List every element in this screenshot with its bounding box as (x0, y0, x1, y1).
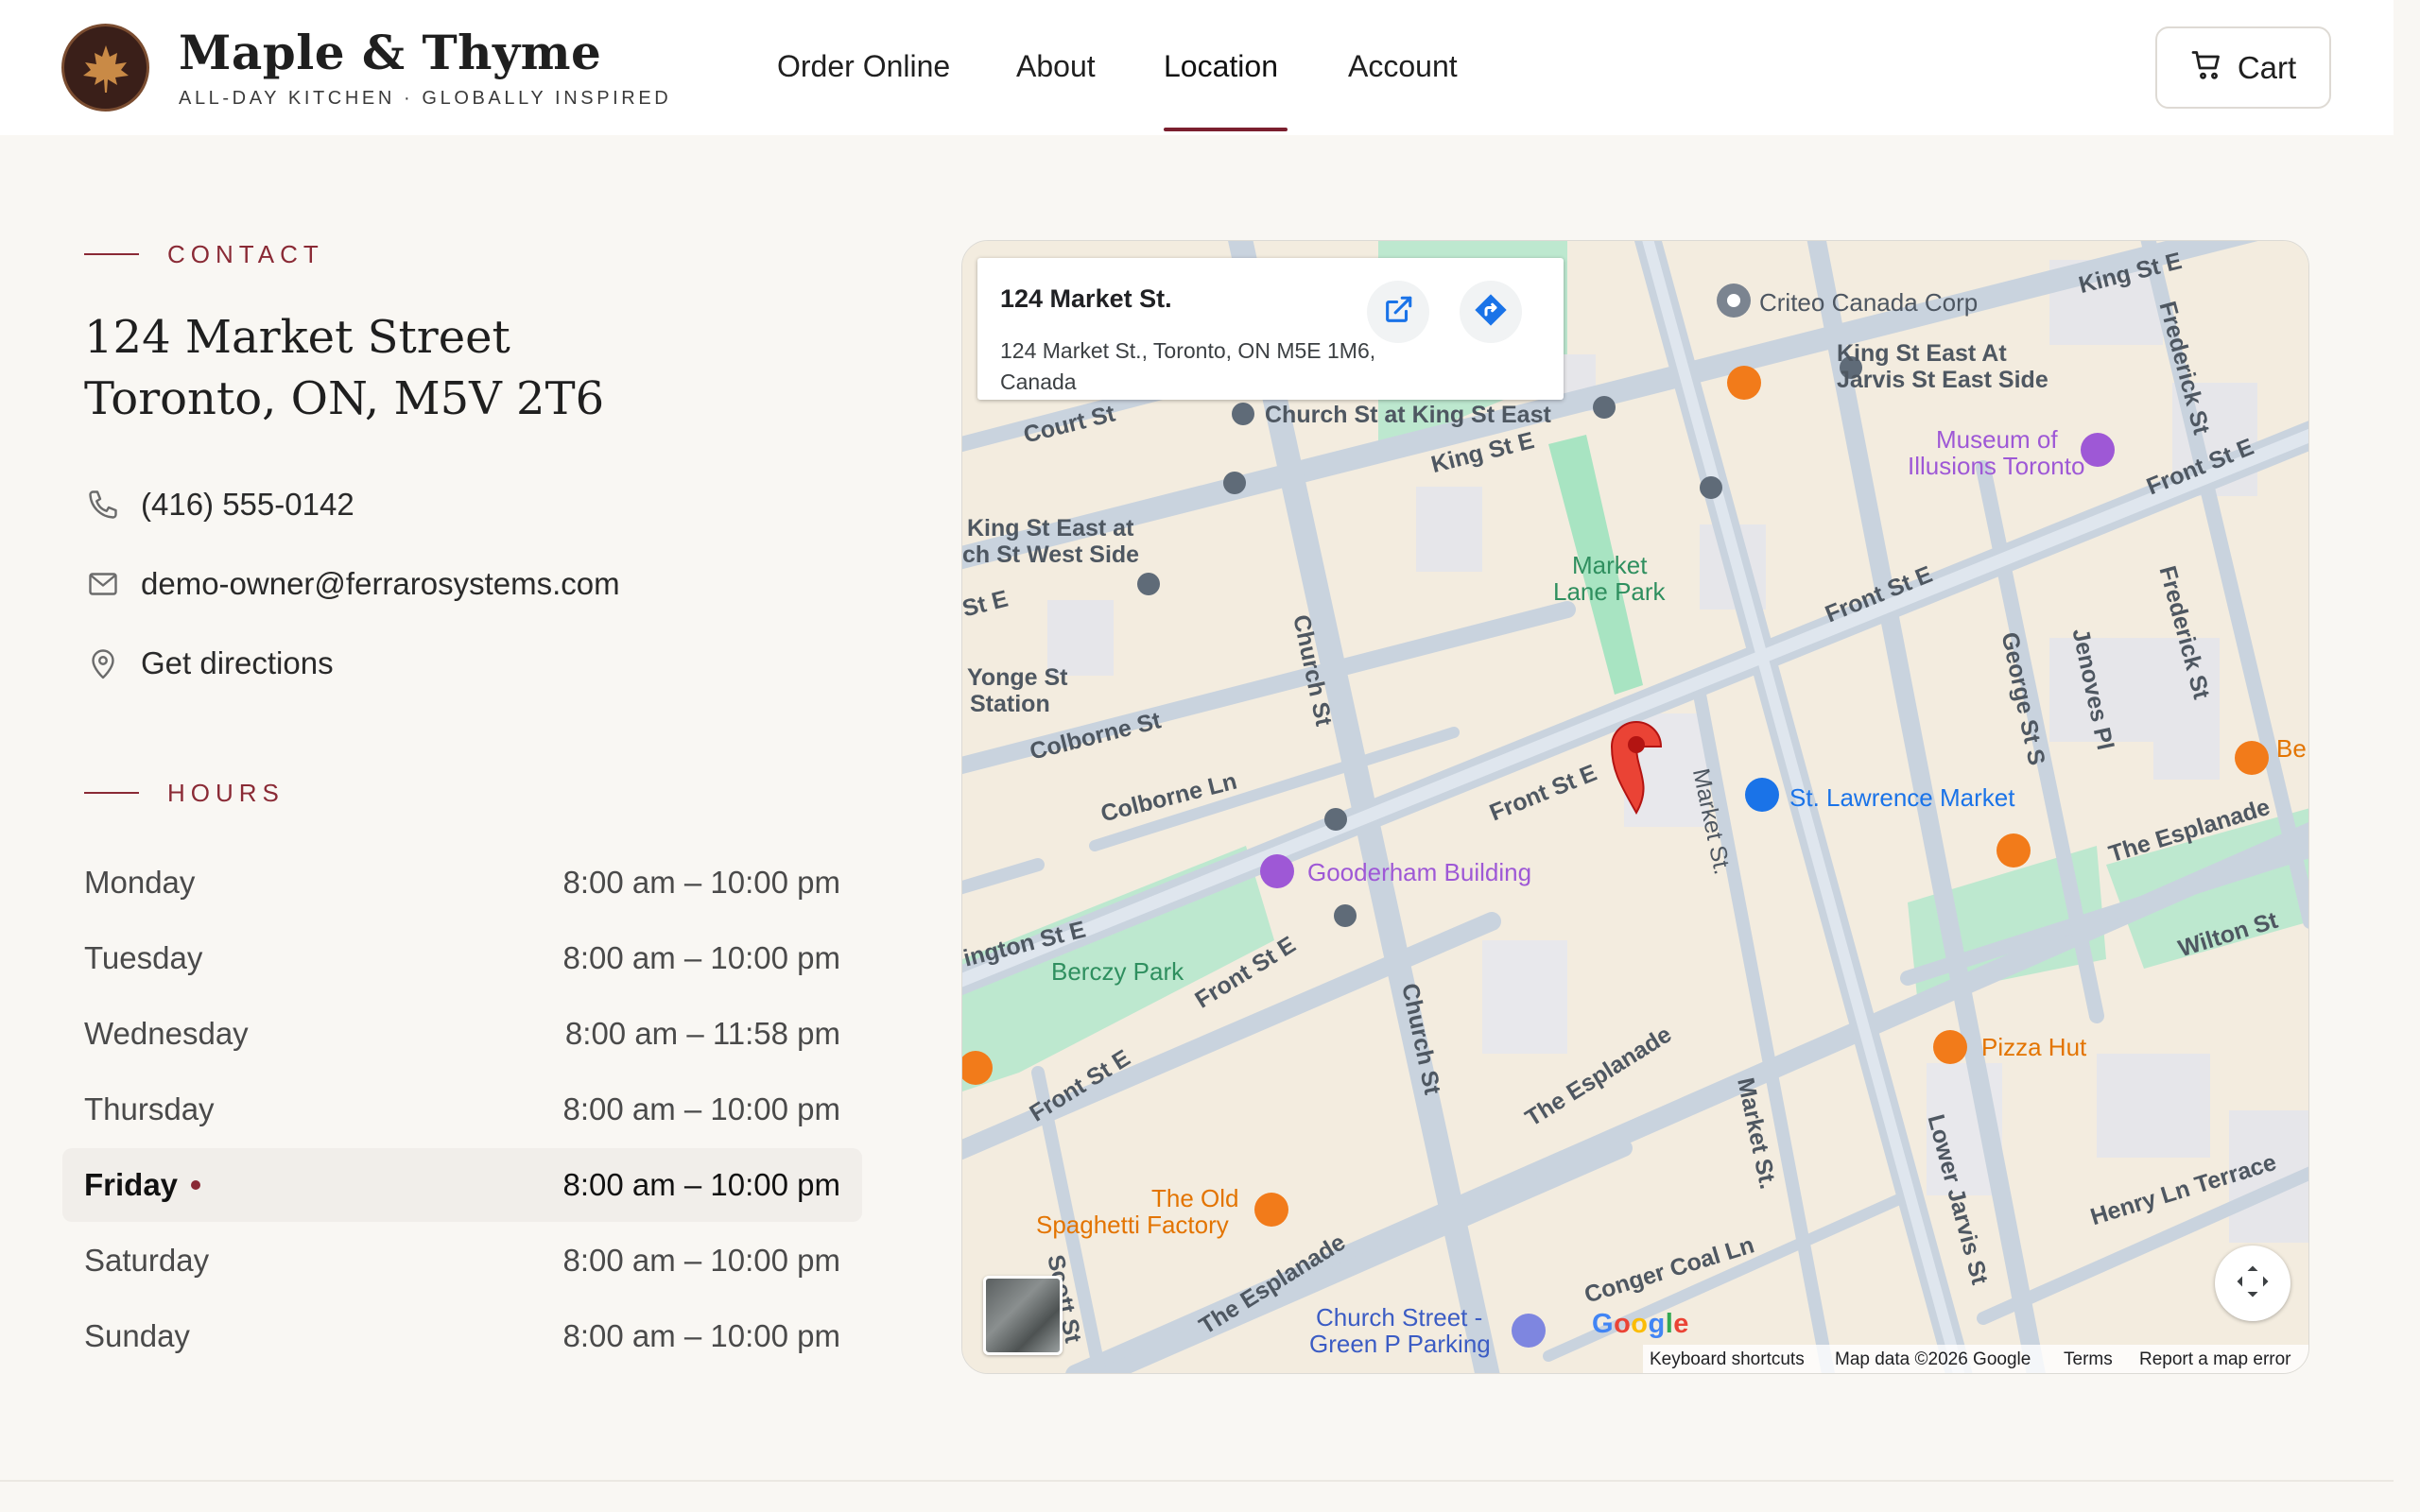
address-line-1: 124 Market Street (84, 311, 510, 364)
day-label: Wednesday (84, 1016, 249, 1051)
transit-yonge-1[interactable]: Yonge St (967, 664, 1067, 692)
poi-old-spaghetti-2[interactable]: Spaghetti Factory (1036, 1211, 1229, 1240)
hours-value: 8:00 am – 11:58 pm (564, 1016, 840, 1051)
transit-king-jarvis-2[interactable]: Jarvis St East Side (1837, 367, 2048, 394)
poi-museum-1[interactable]: Museum of (1936, 425, 2058, 455)
footer-divider (0, 1480, 2394, 1482)
location-pin-icon (84, 644, 122, 682)
email-link[interactable]: demo-owner@ferrarosystems.com (84, 565, 620, 603)
contact-heading: CONTACT (167, 240, 324, 268)
poi-criteo[interactable]: Criteo Canada Corp (1759, 288, 1978, 318)
map-place-card: 124 Market St. 124 Market St., Toronto, … (977, 258, 1564, 400)
day-label: Monday (84, 865, 196, 900)
hours-value: 8:00 am – 10:00 pm (562, 1167, 840, 1202)
map-attribution-bar: Keyboard shortcuts Map data ©2026 Google… (962, 1345, 2308, 1373)
site-header: Maple & Thyme ALL-DAY KITCHEN · GLOBALLY… (0, 0, 2394, 135)
external-link-icon (1382, 294, 1414, 331)
hours-heading: HOURS (167, 779, 285, 807)
brand-name[interactable]: Maple & Thyme (179, 25, 601, 80)
poi-old-spaghetti-1[interactable]: The Old (1151, 1184, 1239, 1213)
park-berczy[interactable]: Berczy Park (1051, 957, 1184, 987)
park-market-lane-2[interactable]: Lane Park (1553, 577, 1666, 607)
today-day-text: Friday (84, 1167, 179, 1202)
contact-divider (84, 253, 139, 255)
hours-divider (84, 792, 139, 794)
phone-number: (416) 555-0142 (141, 487, 354, 522)
google-logo: Google (1592, 1309, 1689, 1339)
today-indicator-dot (191, 1180, 201, 1190)
poi-pizza-hut[interactable]: Pizza Hut (1981, 1033, 2086, 1062)
nav-order-online[interactable]: Order Online (777, 49, 950, 84)
mail-icon (84, 565, 122, 603)
transit-king-church-2[interactable]: ch St West Side (962, 541, 1139, 569)
keyboard-shortcuts-link[interactable]: Keyboard shortcuts (1650, 1349, 1805, 1370)
hours-row-saturday: Saturday 8:00 am – 10:00 pm (62, 1224, 862, 1297)
cart-button[interactable]: Cart (2155, 26, 2331, 109)
scrollbar-track[interactable] (2394, 0, 2420, 1512)
nav-account[interactable]: Account (1348, 49, 1458, 84)
hours-value: 8:00 am – 10:00 pm (562, 940, 840, 975)
place-card-address: 124 Market St., Toronto, ON M5E 1M6, Can… (1000, 338, 1376, 394)
hours-value: 8:00 am – 10:00 pm (562, 865, 840, 900)
transit-church-king[interactable]: Church St at King St East (1265, 402, 1551, 429)
transit-yonge-2[interactable]: Station (970, 691, 1050, 718)
day-label: Friday (84, 1167, 201, 1203)
poi-st-lawrence-market[interactable]: St. Lawrence Market (1789, 783, 2014, 813)
directions-link[interactable]: Get directions (84, 644, 334, 682)
brand-tagline: ALL-DAY KITCHEN · GLOBALLY INSPIRED (179, 88, 672, 109)
transit-king-jarvis-1[interactable]: King St East At (1837, 340, 2007, 368)
directions-icon (1472, 291, 1510, 334)
email-address: demo-owner@ferrarosystems.com (141, 566, 620, 601)
place-card-title: 124 Market St. (1000, 284, 1172, 313)
cart-icon (2190, 48, 2224, 87)
address-line-2: Toronto, ON, M5V 2T6 (84, 372, 605, 425)
satellite-view-toggle[interactable] (983, 1276, 1063, 1355)
poi-be[interactable]: Be (2276, 734, 2307, 764)
nav-about[interactable]: About (1016, 49, 1096, 84)
hours-row-wednesday: Wednesday 8:00 am – 11:58 pm (62, 997, 862, 1071)
open-in-maps-button[interactable] (1367, 281, 1429, 343)
directions-button[interactable] (1460, 281, 1522, 343)
hours-value: 8:00 am – 10:00 pm (562, 1091, 840, 1126)
hours-value: 8:00 am – 10:00 pm (562, 1243, 840, 1278)
transit-king-church-1[interactable]: King St East at (967, 515, 1133, 542)
hours-row-monday: Monday 8:00 am – 10:00 pm (62, 846, 862, 919)
cart-label: Cart (2237, 49, 2297, 85)
fullscreen-button[interactable] (2215, 1246, 2290, 1321)
embedded-map[interactable]: Criteo Canada Corp King St E Frederick S… (961, 240, 2309, 1374)
directions-label: Get directions (141, 645, 334, 680)
day-label: Tuesday (84, 940, 203, 975)
phone-link[interactable]: (416) 555-0142 (84, 486, 354, 524)
report-map-error-link[interactable]: Report a map error (2139, 1349, 2291, 1370)
fullscreen-icon (2232, 1261, 2273, 1307)
phone-icon (84, 486, 122, 524)
hours-row-tuesday: Tuesday 8:00 am – 10:00 pm (62, 921, 862, 995)
restaurant-address: 124 Market Street Toronto, ON, M5V 2T6 (84, 307, 604, 430)
nav-active-indicator (1164, 128, 1288, 131)
hours-row-friday-today: Friday 8:00 am – 10:00 pm (62, 1148, 862, 1222)
hours-row-thursday: Thursday 8:00 am – 10:00 pm (62, 1073, 862, 1146)
day-label: Thursday (84, 1091, 215, 1126)
park-market-lane-1[interactable]: Market (1572, 551, 1647, 580)
map-data-attribution: Map data ©2026 Google (1835, 1349, 2031, 1369)
day-label: Sunday (84, 1318, 190, 1353)
poi-gooderham-building[interactable]: Gooderham Building (1307, 858, 1531, 887)
poi-museum-2[interactable]: Illusions Toronto (1908, 452, 2084, 481)
hours-value: 8:00 am – 10:00 pm (562, 1318, 840, 1353)
hours-row-sunday: Sunday 8:00 am – 10:00 pm (62, 1299, 862, 1373)
day-label: Saturday (84, 1243, 210, 1278)
terms-link[interactable]: Terms (2064, 1349, 2113, 1370)
maple-leaf-logo-icon[interactable] (61, 24, 149, 112)
poi-church-parking-1[interactable]: Church Street - (1316, 1303, 1482, 1332)
nav-location[interactable]: Location (1164, 49, 1278, 84)
